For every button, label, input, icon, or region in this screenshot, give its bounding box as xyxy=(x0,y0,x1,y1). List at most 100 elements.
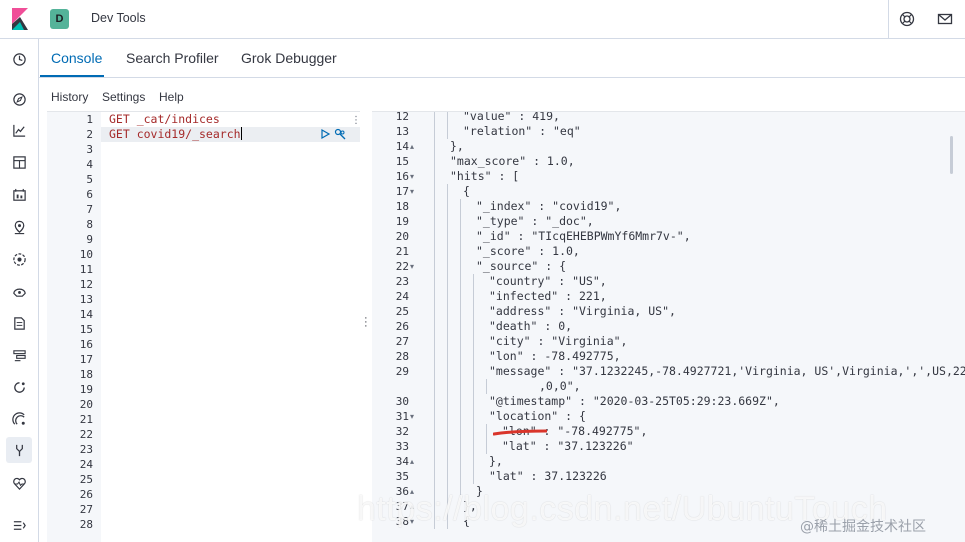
monitoring-icon xyxy=(12,477,26,490)
indent-guide xyxy=(434,154,435,169)
play-icon[interactable] xyxy=(319,128,331,140)
output-line: "hits" : [ xyxy=(450,169,520,183)
editor-line-number: 10 xyxy=(79,248,93,261)
indent-guide xyxy=(447,274,448,289)
editor-line-number: 13 xyxy=(79,293,93,306)
settings-link[interactable]: Settings xyxy=(102,90,145,104)
indent-guide xyxy=(473,289,474,304)
indent-guide xyxy=(434,379,435,394)
indent-guide xyxy=(447,184,448,199)
output-line-number: 23 xyxy=(395,275,409,288)
tab-search-profiler[interactable]: Search Profiler xyxy=(126,50,219,66)
indent-guide xyxy=(473,424,474,439)
visualize-nav-item[interactable] xyxy=(9,120,29,140)
response-output[interactable]: 12 "value" : 419, 13 "relation" : "eq" 14 ▴},… xyxy=(372,111,965,542)
editor-line-number: 5 xyxy=(86,173,93,186)
top-header: D Dev Tools xyxy=(0,0,965,39)
indent-guide xyxy=(447,454,448,469)
indent-guide xyxy=(434,214,435,229)
canvas-icon xyxy=(12,188,26,201)
output-line-number: 35 xyxy=(395,470,409,483)
output-line-number: 13 xyxy=(395,125,409,138)
ml-nav-item[interactable] xyxy=(9,249,29,269)
indent-guide xyxy=(447,199,448,214)
help-link[interactable]: Help xyxy=(159,90,184,104)
resize-handle-icon[interactable]: · · · xyxy=(364,313,368,332)
logs-nav-item[interactable] xyxy=(9,313,29,333)
logs-icon xyxy=(13,316,25,330)
indent-guide xyxy=(434,334,435,349)
fold-toggle-icon[interactable]: ▴ xyxy=(410,139,414,154)
pane-resizer[interactable]: · · · xyxy=(360,111,372,542)
visualize-icon xyxy=(12,124,25,137)
fold-toggle-icon[interactable]: ▴ xyxy=(410,454,414,469)
dashboard-nav-item[interactable] xyxy=(9,152,29,172)
tab-grok-debugger[interactable]: Grok Debugger xyxy=(241,50,337,66)
apm-nav-item[interactable] xyxy=(9,345,29,365)
editor-line-active[interactable]: GET covid19/_search xyxy=(109,127,242,142)
help-icon[interactable] xyxy=(899,11,915,27)
indent-guide xyxy=(460,274,461,289)
output-line: "_source" : { xyxy=(476,259,567,273)
fold-toggle-icon[interactable]: ▾ xyxy=(410,259,414,274)
indent-guide xyxy=(473,439,474,454)
siem-nav-item[interactable] xyxy=(9,409,29,429)
output-scrollbar[interactable] xyxy=(950,136,953,174)
maps-nav-item[interactable] xyxy=(9,217,29,237)
recent-nav-item[interactable] xyxy=(9,49,29,69)
indent-guide xyxy=(473,454,474,469)
space-avatar[interactable]: D xyxy=(50,9,69,29)
editor-line-number: 18 xyxy=(79,368,93,381)
editor-line-number: 15 xyxy=(79,323,93,336)
output-line: "_id" : "TIcqEHEBPWmYf6Mmr7v-", xyxy=(476,229,691,243)
discover-nav-item[interactable] xyxy=(9,89,29,109)
indent-guide xyxy=(434,274,435,289)
monitoring-nav-item[interactable] xyxy=(9,473,29,493)
indent-guide xyxy=(434,112,435,124)
metrics-nav-item[interactable] xyxy=(9,281,29,301)
indent-guide xyxy=(434,229,435,244)
indent-guide xyxy=(434,409,435,424)
editor-line-number: 6 xyxy=(86,188,93,201)
fold-toggle-icon[interactable]: ▾ xyxy=(410,409,414,424)
output-line-number: 14 xyxy=(395,140,409,153)
mail-icon[interactable] xyxy=(937,11,953,27)
indent-guide xyxy=(460,229,461,244)
indent-guide xyxy=(460,364,461,379)
wrench-icon[interactable] xyxy=(334,128,346,140)
canvas-nav-item[interactable] xyxy=(9,185,29,205)
indent-guide xyxy=(434,319,435,334)
output-line: "message" : "37.1232245,-78.4927721,'Vir… xyxy=(489,364,965,378)
indent-guide xyxy=(447,112,448,124)
indent-guide xyxy=(434,169,435,184)
editor-line-number: 3 xyxy=(86,143,93,156)
history-link[interactable]: History xyxy=(51,90,88,104)
kibana-logo-icon[interactable] xyxy=(10,8,30,30)
indent-guide xyxy=(447,349,448,364)
fold-toggle-icon[interactable]: ▾ xyxy=(410,169,414,184)
uptime-nav-item[interactable] xyxy=(9,377,29,397)
indent-guide xyxy=(473,319,474,334)
indent-guide xyxy=(460,469,461,484)
indent-guide xyxy=(486,379,487,394)
fold-toggle-icon[interactable]: ▾ xyxy=(410,184,414,199)
indent-guide xyxy=(460,454,461,469)
console-menu: History Settings Help xyxy=(39,78,965,111)
indent-guide xyxy=(434,199,435,214)
editor-line-number: 24 xyxy=(79,458,93,471)
output-line-number: 15 xyxy=(395,155,409,168)
editor-line-number: 1 xyxy=(86,113,93,126)
indent-guide xyxy=(460,259,461,274)
request-editor[interactable]: 1 2 3 4 5 6 7 8 9 10 11 12 13 14 15 16 17 18 19 20 21 22 23 24 2… xyxy=(47,111,361,542)
indent-guide xyxy=(460,244,461,259)
tab-console[interactable]: Console xyxy=(51,50,102,66)
compass-icon xyxy=(12,92,26,106)
devtools-nav-item[interactable] xyxy=(6,437,32,463)
editor-line-number: 21 xyxy=(79,413,93,426)
indent-guide xyxy=(460,439,461,454)
collapse-nav-button[interactable] xyxy=(9,515,29,535)
editor-line[interactable]: GET _cat/indices xyxy=(109,112,220,127)
editor-line-number: 23 xyxy=(79,443,93,456)
output-line-number: 22 xyxy=(395,260,409,273)
output-line: "address" : "Virginia, US", xyxy=(489,304,676,318)
